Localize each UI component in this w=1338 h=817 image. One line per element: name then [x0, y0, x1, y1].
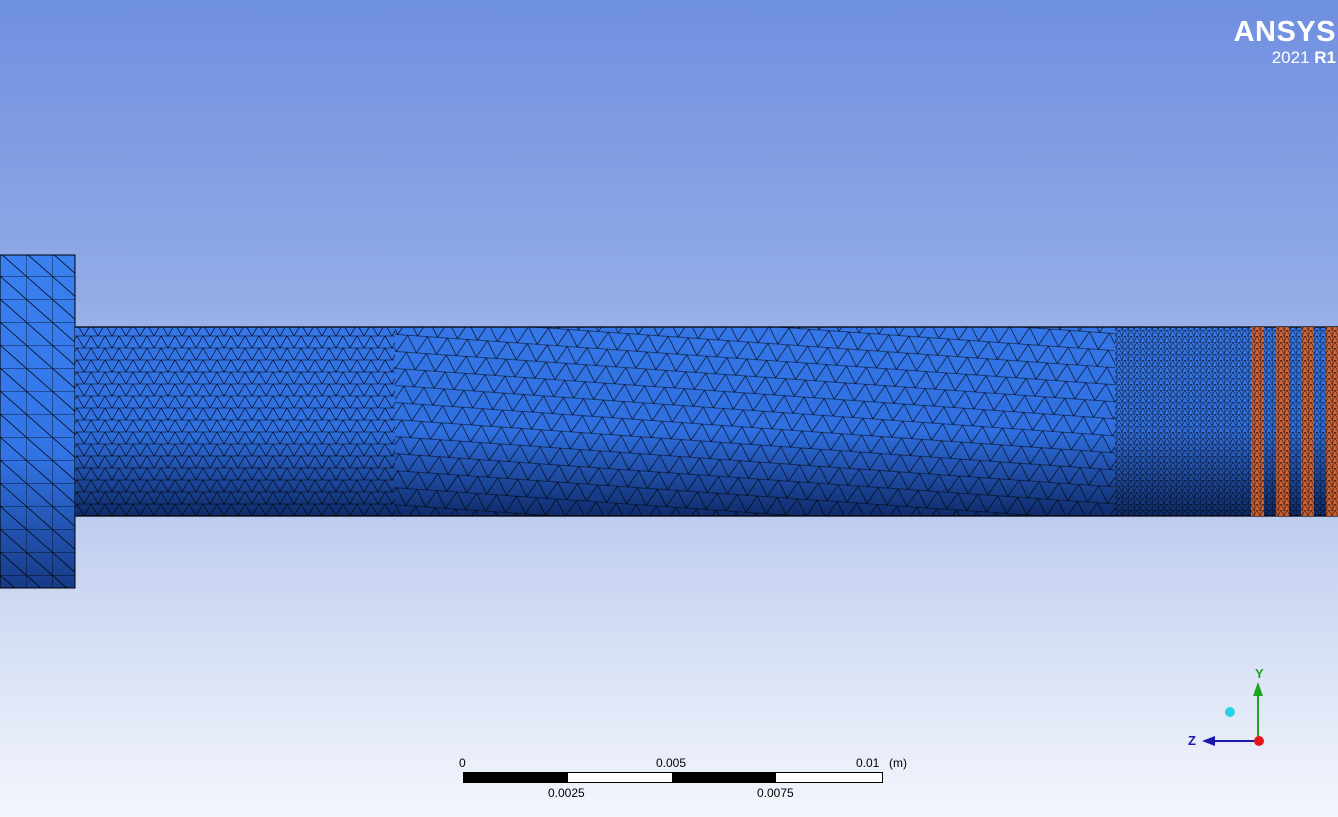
scale-label-001: 0.01 [856, 756, 880, 770]
scale-label-00025: 0.0025 [548, 786, 585, 800]
axis-triad[interactable]: Y Z [1180, 660, 1280, 760]
z-axis-label: Z [1188, 733, 1196, 748]
z-axis-arrow-icon [1202, 736, 1215, 746]
logo-brand: ANSYS [1233, 16, 1336, 48]
scale-label-00075: 0.0075 [757, 786, 794, 800]
logo-version: 2021 R1 [1234, 49, 1336, 66]
y-axis-label: Y [1255, 666, 1264, 681]
scale-bar [463, 772, 883, 783]
scale-label-0: 0 [459, 756, 466, 770]
scale-segment-1 [464, 773, 568, 782]
scale-label-0005: 0.005 [656, 756, 687, 770]
isometric-view-ball-icon[interactable] [1225, 707, 1235, 717]
graphics-viewport[interactable]: ANSYS 2021 R1 0 0.005 0.01 (m) 0.0025 0.… [0, 0, 1338, 817]
mesh-view [0, 254, 1338, 589]
scale-segment-3 [672, 773, 776, 782]
ansys-logo: ANSYS 2021 R1 [1233, 16, 1336, 67]
shaft-body[interactable] [75, 326, 1338, 517]
logo-version-release: R1 [1314, 48, 1336, 67]
scale-unit: (m) [889, 756, 907, 770]
x-axis-dot-icon [1254, 736, 1264, 746]
logo-version-year: 2021 [1271, 48, 1310, 67]
y-axis-arrow-icon [1253, 682, 1263, 696]
flange-body[interactable] [0, 254, 76, 589]
